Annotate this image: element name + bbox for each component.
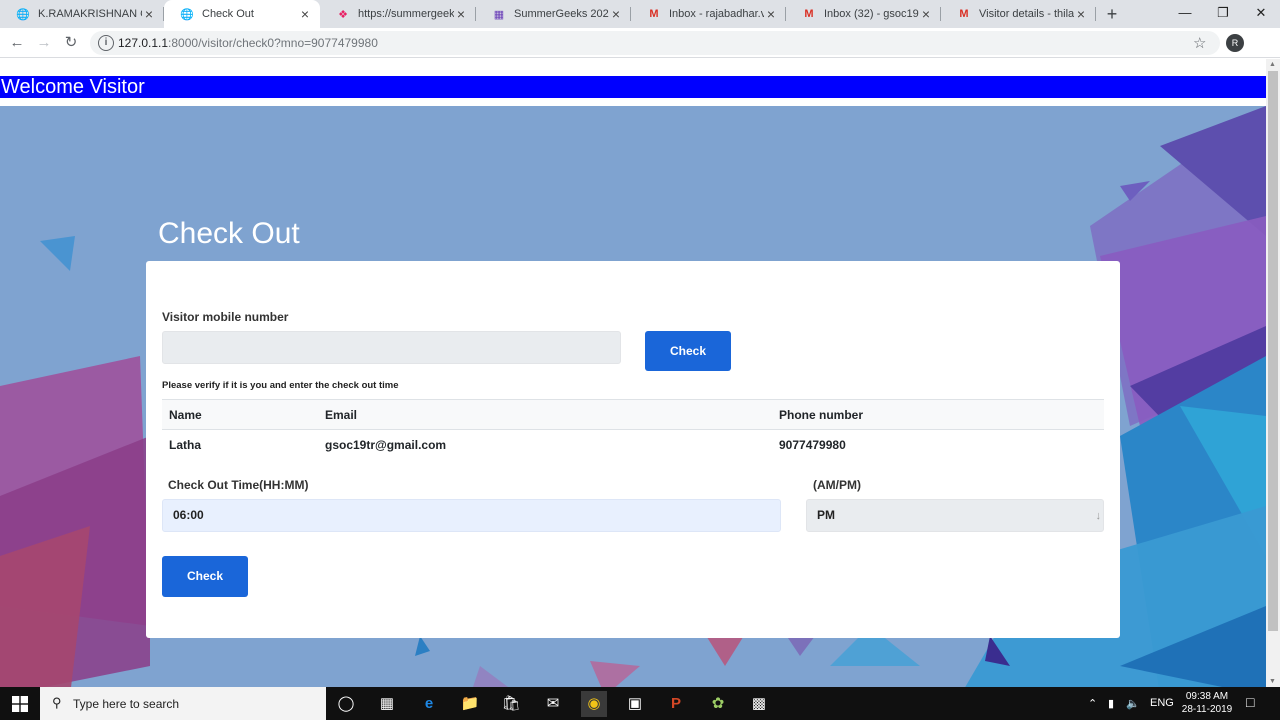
scroll-up-icon[interactable]: ▲ <box>1269 61 1276 68</box>
mobile-label: Visitor mobile number <box>162 310 289 324</box>
tab-4[interactable]: ▦ SummerGeeks 2020 | S × <box>476 0 631 28</box>
tab-2[interactable]: 🌐 Check Out × <box>164 0 320 28</box>
taskbar-search-box[interactable]: ⚲ Type here to search <box>40 687 326 720</box>
name-header: Name <box>162 399 318 430</box>
tab-5[interactable]: M Inbox - rajabadhar.vid × <box>631 0 786 28</box>
mobile-number-input[interactable] <box>162 331 621 364</box>
verify-note: Please verify if it is you and enter the… <box>162 380 399 391</box>
maximize-button[interactable]: ❐ <box>1204 0 1242 28</box>
url-text[interactable]: 127.0.1.1:8000/visitor/check0?mno=907747… <box>118 36 378 50</box>
gmail-icon: M <box>804 8 814 20</box>
show-hidden-icons[interactable]: ⌃ <box>1088 697 1097 710</box>
close-icon[interactable]: × <box>298 6 312 22</box>
edge-icon[interactable]: e <box>416 691 442 717</box>
back-icon[interactable]: ← <box>6 32 28 54</box>
email-header: Email <box>318 399 772 430</box>
volume-icon[interactable]: 🔈 <box>1126 697 1140 710</box>
tab-6[interactable]: M Inbox (32) - gsoc19tr@ × <box>786 0 941 28</box>
ampm-select[interactable]: PM ↓ <box>806 499 1104 532</box>
table-row: Latha gsoc19tr@gmail.com 9077479980 <box>162 430 1104 460</box>
tab-title: Check Out <box>202 8 254 20</box>
page-viewport: Welcome Visitor Check Out Visitor mobile… <box>0 59 1266 687</box>
phone-header: Phone number <box>772 399 1104 430</box>
gmail-icon: M <box>649 8 659 20</box>
tab-3[interactable]: ❖ https://summergeeks.i × <box>320 0 476 28</box>
close-icon[interactable]: × <box>919 6 933 22</box>
globe-icon: 🌐 <box>180 8 194 21</box>
url-field[interactable]: i 127.0.1.1:8000/visitor/check0?mno=9077… <box>90 31 1220 55</box>
avatar[interactable]: R <box>1226 34 1244 52</box>
close-icon[interactable]: × <box>454 6 468 22</box>
command-prompt-icon[interactable]: ▩ <box>746 691 772 717</box>
chrome-icon[interactable]: ◉ <box>581 691 607 717</box>
cortana-icon[interactable]: ◯ <box>333 691 359 717</box>
battery-icon[interactable]: ▮ <box>1108 697 1114 710</box>
tab-title: K.RAMAKRISHNAN GR <box>38 8 142 20</box>
clock-time: 09:38 AM <box>1185 691 1229 702</box>
new-tab-button[interactable]: + <box>1100 3 1124 25</box>
visitor-phone: 9077479980 <box>779 437 846 452</box>
windows-start-icon[interactable] <box>12 696 28 712</box>
bookmark-star-icon[interactable]: ☆ <box>1193 34 1206 52</box>
notifications-icon[interactable]: □ <box>1246 694 1254 710</box>
visitor-name: Latha <box>169 437 202 452</box>
close-icon[interactable]: × <box>764 6 778 22</box>
dropdown-arrow-icon: ↓ <box>1095 510 1102 522</box>
close-icon[interactable]: × <box>142 6 156 22</box>
ampm-label: (AM/PM) <box>813 478 861 492</box>
search-placeholder: Type here to search <box>73 697 180 711</box>
store-icon[interactable]: 🛍 <box>498 691 524 717</box>
tab-title: https://summergeeks.i <box>358 8 454 20</box>
visitor-email: gsoc19tr@gmail.com <box>325 437 447 452</box>
browser-tab-bar: 🌐 K.RAMAKRISHNAN GR × 🌐 Check Out × ❖ ht… <box>0 0 1280 28</box>
scroll-down-icon[interactable]: ▼ <box>1269 678 1276 685</box>
info-icon[interactable]: i <box>98 35 114 51</box>
brush-icon: ❖ <box>338 8 348 21</box>
tab-title: Inbox - rajabadhar.vid <box>669 8 764 20</box>
checkout-card: Visitor mobile number Check Please verif… <box>146 261 1120 638</box>
app-icon[interactable]: ✿ <box>705 691 731 717</box>
windows-taskbar: ⚲ Type here to search ◯ ▦ e 📁 🛍 ✉ ◉ ▣ P … <box>0 687 1280 720</box>
reload-icon[interactable]: ↻ <box>60 32 82 54</box>
close-icon[interactable]: × <box>1074 6 1088 22</box>
minimize-button[interactable]: — <box>1166 0 1204 28</box>
time-label: Check Out Time(HH:MM) <box>168 478 309 492</box>
terminal-window-icon[interactable]: ▣ <box>622 691 648 717</box>
mail-icon[interactable]: ✉ <box>540 691 566 717</box>
visitor-table: Name Email Phone number Latha gsoc19tr@g… <box>162 399 1104 460</box>
tab-title: Inbox (32) - gsoc19tr@ <box>824 8 919 20</box>
file-explorer-icon[interactable]: 📁 <box>457 691 483 717</box>
checkout-time-input[interactable]: 06:00 <box>162 499 781 532</box>
check-mobile-button[interactable]: Check <box>645 331 731 371</box>
page-scrollbar[interactable]: ▲ ▼ <box>1266 59 1280 687</box>
form-icon: ▦ <box>493 8 505 21</box>
clock-date: 28-11-2019 <box>1181 704 1233 715</box>
system-clock[interactable]: 09:38 AM 28-11-2019 <box>1176 690 1238 716</box>
globe-icon: 🌐 <box>16 8 30 21</box>
table-header-row: Name Email Phone number <box>162 399 1104 430</box>
scroll-thumb[interactable] <box>1268 71 1278 631</box>
address-bar: ← → ↻ i 127.0.1.1:8000/visitor/check0?mn… <box>0 28 1280 79</box>
submit-check-button[interactable]: Check <box>162 556 248 597</box>
welcome-banner: Welcome Visitor <box>0 76 1266 98</box>
close-icon[interactable]: × <box>609 6 623 22</box>
language-indicator[interactable]: ENG <box>1150 697 1174 709</box>
task-view-icon[interactable]: ▦ <box>374 691 400 717</box>
ampm-selected-value: PM <box>817 508 835 522</box>
forward-icon[interactable]: → <box>33 32 55 54</box>
tab-title: SummerGeeks 2020 | S <box>514 8 609 20</box>
tab-1[interactable]: 🌐 K.RAMAKRISHNAN GR × <box>0 0 164 28</box>
close-window-button[interactable]: ✕ <box>1242 0 1280 28</box>
tab-title: Visitor details - thilaka <box>979 8 1074 20</box>
gmail-icon: M <box>959 8 969 20</box>
tab-7[interactable]: M Visitor details - thilaka × <box>941 0 1096 28</box>
search-icon: ⚲ <box>52 695 62 710</box>
page-title: Check Out <box>158 217 300 250</box>
powerpoint-icon[interactable]: P <box>663 691 689 717</box>
